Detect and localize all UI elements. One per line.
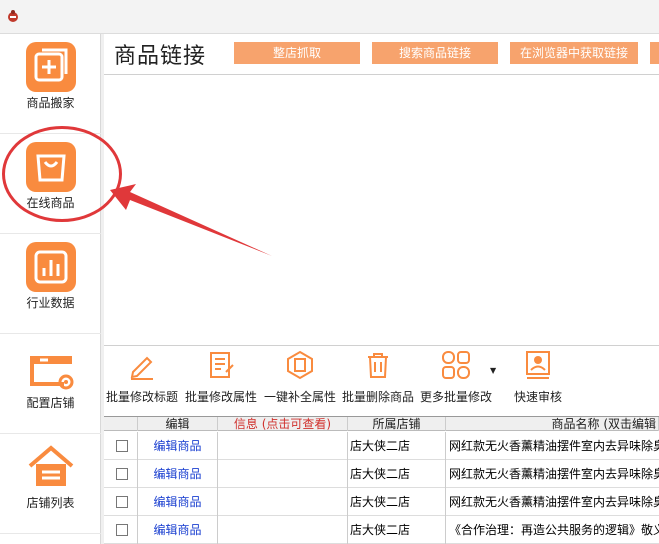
batch-delete-products-button[interactable]: 批量删除商品: [340, 350, 416, 410]
sidebar-item-label: 配置店铺: [26, 396, 75, 410]
sidebar-item-product-move[interactable]: 商品搬家: [0, 34, 101, 134]
batch-edit-attributes-button[interactable]: 批量修改属性: [183, 350, 259, 410]
sidebar-item-label: 店铺列表: [26, 496, 75, 510]
table-row[interactable]: 编辑商品 店大侠二店 网红款无火香薰精油摆件室内去异味除臭: [104, 460, 659, 488]
product-name-cell[interactable]: 网红款无火香薰精油摆件室内去异味除臭: [446, 432, 659, 460]
tool-label: 一键补全属性: [263, 390, 336, 404]
info-cell[interactable]: [218, 432, 348, 460]
review-user-icon: [526, 351, 550, 379]
product-name-cell[interactable]: 《合作治理：再造公共服务的逻辑》敬义: [446, 516, 659, 544]
header-edit: 编辑: [138, 417, 218, 431]
row-checkbox-cell: [104, 460, 138, 488]
more-batch-edit-button[interactable]: 更多批量修改: [418, 350, 494, 410]
header-product-name: 商品名称 (双击编辑: [446, 417, 659, 431]
shop-cell: 店大侠二店: [348, 432, 446, 460]
edit-product-link[interactable]: 编辑商品: [138, 432, 218, 460]
trash-icon: [368, 353, 388, 378]
whole-store-fetch-button[interactable]: 整店抓取: [234, 42, 360, 64]
pencil-icon: [130, 356, 153, 380]
edit-product-link[interactable]: 编辑商品: [138, 516, 218, 544]
header-shop: 所属店铺: [348, 417, 446, 431]
sidebar-item-store-list[interactable]: 店铺列表: [0, 434, 101, 534]
info-cell[interactable]: [218, 516, 348, 544]
page-title: 商品链接: [114, 44, 207, 69]
info-cell[interactable]: [218, 488, 348, 516]
product-table: 编辑 信息 (点击可查看) 所属店铺 商品名称 (双击编辑 编辑商品 店大侠二店…: [104, 416, 659, 544]
tool-label: 更多批量修改: [419, 390, 492, 404]
tool-label: 快速审核: [513, 390, 562, 404]
annotation-arrow-icon: [110, 184, 272, 256]
sidebar-item-label: 商品搬家: [26, 96, 75, 110]
browser-get-link-button[interactable]: 在浏览器中获取链接: [510, 42, 638, 64]
row-checkbox[interactable]: [116, 496, 128, 508]
tool-label: 批量修改属性: [184, 390, 257, 404]
row-checkbox-cell: [104, 488, 138, 516]
edit-product-link[interactable]: 编辑商品: [138, 460, 218, 488]
sidebar-item-configure-store[interactable]: 配置店铺: [0, 334, 101, 434]
grid-circles-icon: [442, 351, 470, 379]
row-checkbox[interactable]: [116, 524, 128, 536]
sidebar-item-industry-data[interactable]: 行业数据: [0, 234, 101, 334]
product-name-cell[interactable]: 网红款无火香薰精油摆件室内去异味除臭: [446, 460, 659, 488]
tool-label: 批量修改标题: [105, 390, 178, 404]
store-gear-icon: [26, 342, 76, 392]
bar-chart-icon: [26, 242, 76, 292]
main-panel: 商品链接 整店抓取 搜索商品链接 在浏览器中获取链接 批量修改标题 批量修改属性: [104, 34, 659, 544]
edit-product-link[interactable]: 编辑商品: [138, 488, 218, 516]
shop-cell: 店大侠二店: [348, 460, 446, 488]
row-checkbox[interactable]: [116, 468, 128, 480]
hexagon-document-icon: [287, 350, 313, 380]
plus-box-icon: [26, 42, 76, 92]
header-checkbox: [104, 417, 138, 431]
more-button[interactable]: [650, 42, 659, 64]
info-cell[interactable]: [218, 460, 348, 488]
title-bar: [0, 0, 659, 34]
table-header: 编辑 信息 (点击可查看) 所属店铺 商品名称 (双击编辑: [104, 417, 659, 431]
table-row[interactable]: 编辑商品 店大侠二店 网红款无火香薰精油摆件室内去异味除臭: [104, 488, 659, 516]
shop-cell: 店大侠二店: [348, 488, 446, 516]
row-checkbox-cell: [104, 516, 138, 544]
auto-complete-attributes-button[interactable]: 一键补全属性: [262, 350, 338, 410]
form-edit-icon: [210, 352, 234, 378]
sidebar-item-label: 行业数据: [26, 296, 75, 310]
house-list-icon: [26, 442, 76, 492]
batch-edit-title-button[interactable]: 批量修改标题: [104, 350, 180, 410]
app-icon: [8, 10, 18, 22]
search-product-link-button[interactable]: 搜索商品链接: [372, 42, 498, 64]
table-row[interactable]: 编辑商品 店大侠二店 《合作治理：再造公共服务的逻辑》敬义: [104, 516, 659, 544]
header-info[interactable]: 信息 (点击可查看): [218, 417, 348, 431]
row-checkbox-cell: [104, 432, 138, 460]
table-row[interactable]: 编辑商品 店大侠二店 网红款无火香薰精油摆件室内去异味除臭: [104, 432, 659, 460]
quick-review-button[interactable]: 快速审核: [502, 350, 574, 410]
product-name-cell[interactable]: 网红款无火香薰精油摆件室内去异味除臭: [446, 488, 659, 516]
tool-label: 批量删除商品: [341, 390, 414, 404]
chevron-down-icon[interactable]: ▼: [490, 366, 496, 375]
shop-cell: 店大侠二店: [348, 516, 446, 544]
batch-toolbar: 批量修改标题 批量修改属性 一键补全属性 批量删除商品 更多批量修改 ▼ 快速审…: [104, 346, 659, 416]
row-checkbox[interactable]: [116, 440, 128, 452]
sidebar: 商品搬家 在线商品 行业数据 配置店铺 店铺列表: [0, 34, 101, 544]
